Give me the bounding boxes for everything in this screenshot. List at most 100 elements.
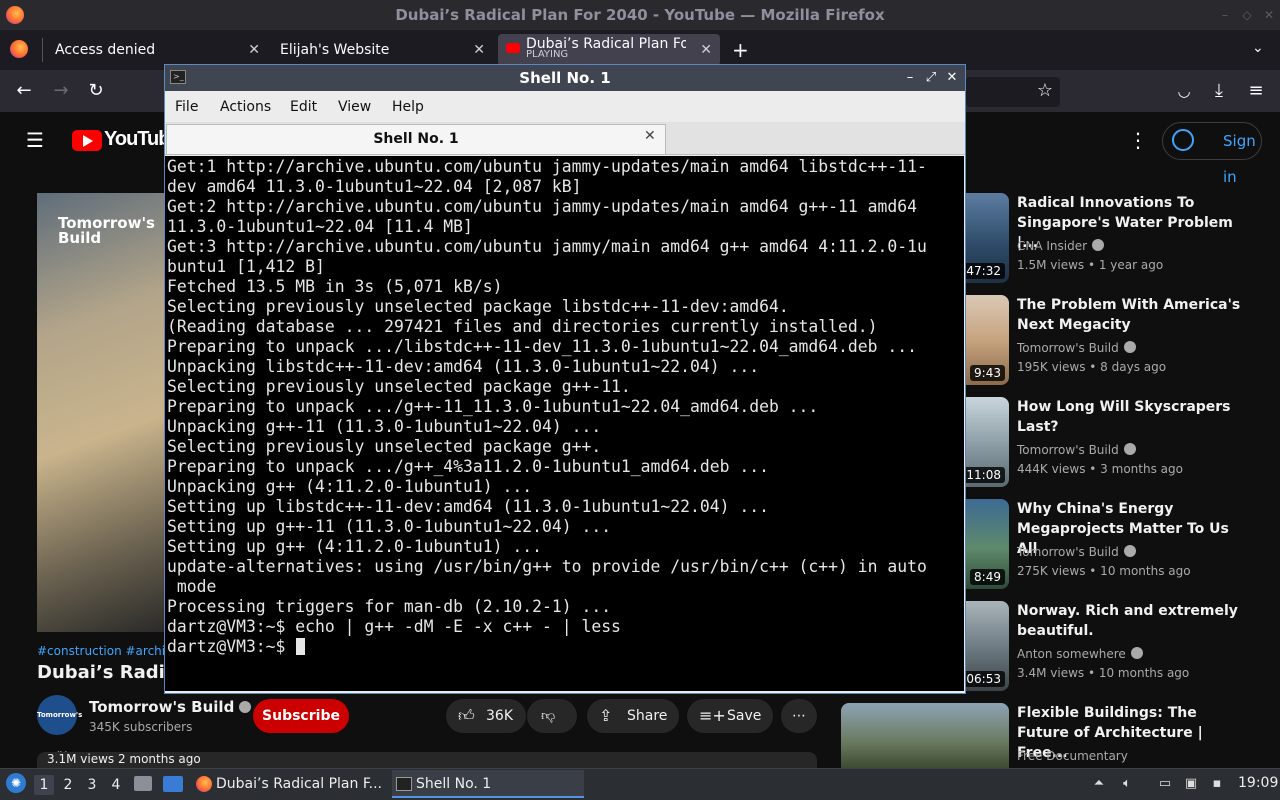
minimize-icon[interactable]: – — [1218, 8, 1232, 22]
rec-title[interactable]: The Problem With America's Next Megacity — [1017, 295, 1247, 335]
terminal-line: Get:1 http://archive.ubuntu.com/ubuntu j… — [167, 157, 927, 176]
terminal-line: Setting up g++ (4:11.2.0-1ubuntu1) ... — [167, 537, 542, 556]
downloads-icon[interactable]: ⤓ — [1208, 80, 1230, 102]
workspace-4[interactable]: 4 — [106, 775, 126, 795]
workspace-2[interactable]: 2 — [58, 775, 78, 795]
settings-kebab-icon[interactable]: ⋮ — [1128, 128, 1148, 152]
rec-thumbnail[interactable]: 11:08 — [966, 397, 1009, 487]
new-tab-icon[interactable]: + — [732, 38, 749, 62]
menu-icon[interactable]: ≡ — [1245, 80, 1267, 102]
terminal-line: Selecting previously unselected package … — [167, 377, 631, 396]
terminal-tab-close-icon[interactable]: ✕ — [644, 128, 656, 144]
rec-thumbnail[interactable]: 8:49 — [966, 499, 1009, 589]
workspace-1[interactable]: 1 — [34, 775, 54, 795]
tab-close-icon[interactable]: ✕ — [700, 34, 712, 66]
rec-channel-name[interactable]: Tomorrow's Build — [1017, 341, 1119, 355]
terminal-tab[interactable]: Shell No. 1 — [166, 124, 666, 154]
volume-icon[interactable]: 🔈︎ — [1118, 775, 1136, 793]
rec-channel-name[interactable]: Tomorrow's Build — [1017, 443, 1119, 457]
task-firefox[interactable]: Dubai’s Radical Plan F... — [192, 770, 382, 798]
rec-channel-name[interactable]: Anton somewhere — [1017, 647, 1126, 661]
terminal-maximize-icon[interactable]: ⤢ — [924, 70, 938, 86]
tab-youtube-playing[interactable]: Dubai’s Radical Plan For 2040 - YouTube … — [498, 34, 720, 66]
rec-title[interactable]: Norway. Rich and extremely beautiful. — [1017, 601, 1247, 641]
terminal-line: dev amd64 11.3.0-1ubuntu1~22.04 [2,087 k… — [167, 177, 582, 196]
subscribe-button[interactable]: Subscribe — [253, 699, 349, 733]
account-icon — [1172, 129, 1194, 151]
verified-icon — [1130, 647, 1143, 659]
show-desktop-icon[interactable] — [163, 776, 183, 792]
youtube-menu-icon[interactable]: ☰ — [26, 130, 46, 150]
firefox-view-icon[interactable] — [10, 40, 28, 58]
file-manager-icon[interactable] — [134, 776, 152, 791]
channel-avatar[interactable]: Tomorrow's Build — [37, 695, 82, 759]
rec-channel[interactable]: Tomorrow's Build — [1017, 443, 1136, 457]
menu-file[interactable]: File — [175, 99, 198, 115]
terminal-minimize-icon[interactable]: – — [903, 70, 917, 86]
notification-icon[interactable]: ▪ — [1208, 775, 1226, 793]
tab-close-icon[interactable]: ✕ — [248, 34, 260, 66]
tab-close-icon[interactable]: ✕ — [473, 34, 485, 66]
more-actions-button[interactable]: ⋯ — [781, 699, 817, 733]
back-icon[interactable]: ← — [13, 80, 35, 102]
terminal-prompt-line[interactable]: dartz@VM3:~$ — [167, 637, 963, 657]
youtube-logo-icon[interactable] — [72, 130, 102, 151]
terminal-close-icon[interactable]: ✕ — [945, 70, 959, 86]
tray-up-icon[interactable]: ⏶ — [1090, 775, 1108, 793]
rec-thumbnail[interactable]: 47:32 — [966, 193, 1009, 283]
tab-elijahs-website[interactable]: Elijah's Website ✕ — [268, 34, 493, 66]
firefox-task-icon — [196, 776, 212, 792]
rec-thumbnail[interactable]: 9:43 — [966, 295, 1009, 385]
menu-help[interactable]: Help — [392, 99, 424, 115]
terminal-line: Setting up g++-11 (11.3.0-1ubuntu1~22.04… — [167, 517, 612, 536]
rec-thumbnail[interactable] — [841, 703, 1009, 768]
menu-view[interactable]: View — [338, 99, 371, 115]
pocket-icon[interactable]: ◡ — [1173, 80, 1195, 102]
app-menu-icon[interactable]: ✺ — [6, 773, 26, 793]
terminal-line: dartz@VM3:~$ echo | g++ -dM -E -x c++ - … — [167, 617, 621, 636]
tab-access-denied[interactable]: Access denied ✕ — [43, 34, 268, 66]
rec-channel-name[interactable]: CNA Insider — [1017, 239, 1087, 253]
description-box[interactable]: 3.1M views 2 months ago — [37, 752, 817, 768]
terminal-title[interactable]: Shell No. 1 — [165, 65, 965, 91]
channel-name[interactable]: Tomorrow's Build — [89, 698, 252, 716]
rec-channel-name[interactable]: Tomorrow's Build — [1017, 545, 1119, 559]
share-button[interactable]: ⇪ Share — [587, 699, 679, 733]
forward-icon[interactable]: → — [50, 80, 72, 102]
rec-meta: 195K views • 8 days ago — [1017, 360, 1167, 374]
rec-channel[interactable]: Anton somewhere — [1017, 647, 1143, 661]
dislike-button[interactable]: 👎︎ — [527, 699, 577, 733]
network-icon[interactable]: ▣ — [1182, 775, 1200, 793]
clipboard-icon[interactable]: ▭ — [1156, 775, 1174, 793]
rec-duration: 9:43 — [970, 365, 1005, 381]
rec-thumbnail[interactable]: 2:06:53 — [966, 601, 1009, 691]
terminal-line: Preparing to unpack .../g++_4%3a11.2.0-1… — [167, 457, 769, 476]
rec-channel[interactable]: Free Documentary — [1017, 749, 1128, 763]
close-icon[interactable]: ✕ — [1262, 8, 1276, 22]
rec-channel[interactable]: Tomorrow's Build — [1017, 545, 1136, 559]
terminal-text[interactable]: Get:1 http://archive.ubuntu.com/ubuntu j… — [167, 157, 963, 657]
save-button[interactable]: ≡+ Save — [687, 699, 773, 733]
terminal-line: (Reading database ... 297421 files and d… — [167, 317, 878, 336]
terminal-task-icon — [396, 777, 412, 791]
task-terminal[interactable]: Shell No. 1 — [392, 770, 584, 798]
rec-duration: 11:08 — [966, 467, 1005, 483]
menu-edit[interactable]: Edit — [290, 99, 317, 115]
menu-actions[interactable]: Actions — [220, 99, 271, 115]
video-player[interactable] — [37, 193, 165, 632]
rec-title[interactable]: How Long Will Skyscrapers Last? — [1017, 397, 1247, 437]
workspace-3[interactable]: 3 — [82, 775, 102, 795]
like-button[interactable]: 👍︎ 36K — [446, 699, 526, 733]
terminal-prompt: dartz@VM3:~$ — [167, 637, 296, 656]
reload-icon[interactable]: ↻ — [85, 80, 107, 102]
rec-duration: 8:49 — [970, 569, 1005, 585]
bookmark-star-icon[interactable]: ☆ — [1034, 80, 1056, 102]
rec-channel[interactable]: Tomorrow's Build — [1017, 341, 1136, 355]
rec-meta: 275K views • 10 months ago — [1017, 564, 1191, 578]
video-hashtags[interactable]: #construction #architecture — [37, 644, 165, 658]
rec-channel[interactable]: CNA Insider — [1017, 239, 1105, 253]
terminal-app-icon[interactable]: >_ — [170, 70, 186, 84]
maximize-icon[interactable]: ◇ — [1240, 8, 1254, 22]
channel-name-text[interactable]: Tomorrow's Build — [89, 698, 234, 716]
list-all-tabs-icon[interactable]: ⌄ — [1252, 40, 1264, 56]
